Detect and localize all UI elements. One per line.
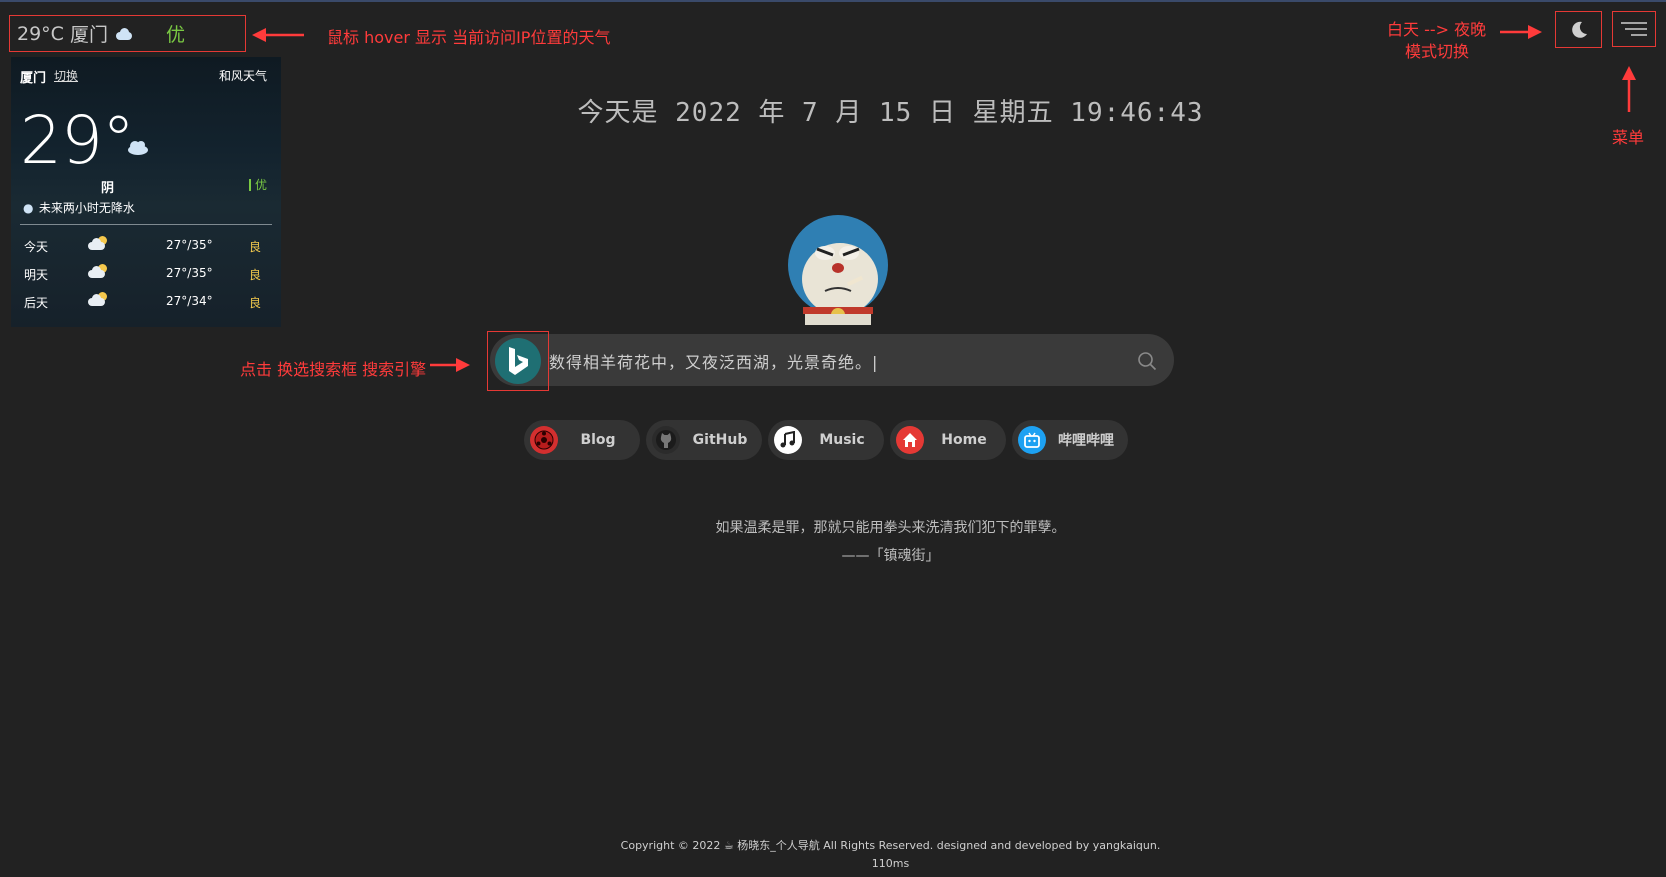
weather-chip[interactable]: 29°C 厦门 优 [9, 15, 246, 52]
bilibili-icon [1018, 426, 1046, 454]
weather-city: 厦门 [20, 71, 47, 86]
forecast-quality: 良 [248, 268, 261, 282]
forecast-day: 明天 [24, 268, 49, 282]
rain-note: ● 未来两小时无降水 [23, 199, 135, 216]
weather-chip-city: 厦门 [69, 24, 108, 46]
search-engine-switch-button[interactable] [487, 331, 549, 391]
home-icon [896, 426, 924, 454]
forecast-quality: 良 [248, 240, 261, 254]
link-label: Blog [580, 432, 616, 448]
bing-icon [495, 338, 541, 384]
forecast-row: 今天 27°/35° 良 [24, 236, 274, 258]
weather-chip-aqi: 优 [165, 24, 185, 46]
link-blog[interactable]: Blog [524, 420, 640, 460]
arrow-right-icon [1500, 25, 1542, 39]
forecast-row: 明天 27°/35° 良 [24, 264, 274, 286]
menu-button[interactable] [1612, 11, 1656, 47]
weather-condition: 阴 [101, 181, 115, 196]
annotation-engine: 点击 换选搜索框 搜索引擎 [240, 360, 427, 379]
partly-cloudy-icon [87, 264, 109, 280]
quote-source: ——「镇魂街」 [841, 548, 940, 564]
forecast-row: 后天 27°/34° 良 [24, 292, 274, 314]
footer-copyright: Copyright © 2022 ☕ 杨晓东_个人导航 All Rights R… [620, 839, 1161, 852]
link-bilibili[interactable]: 哔哩哔哩 [1012, 420, 1128, 460]
link-label: GitHub [692, 432, 748, 448]
link-github[interactable]: GitHub [646, 420, 762, 460]
forecast-range: 27°/34° [166, 294, 213, 308]
weather-chip-temp: 29°C [17, 22, 64, 45]
partly-cloudy-icon [87, 236, 109, 252]
link-label: 哔哩哔哩 [1058, 433, 1114, 449]
forecast-quality: 良 [248, 296, 261, 310]
link-label: Home [941, 432, 987, 448]
footer-timing: 110ms [871, 857, 910, 870]
forecast-day: 后天 [24, 296, 49, 310]
rain-note-text: 未来两小时无降水 [38, 201, 135, 215]
link-label: Music [819, 432, 865, 448]
divider [20, 224, 272, 225]
search-input[interactable]: 数得相羊荷花中，又夜泛西湖，光景奇绝。| [549, 349, 878, 373]
partly-cloudy-icon [87, 292, 109, 308]
menu-icon [1621, 22, 1647, 36]
top-border [0, 0, 1666, 2]
link-music[interactable]: Music [768, 420, 884, 460]
link-home[interactable]: Home [890, 420, 1006, 460]
date-time: 今天是 2022 年 7 月 15 日 星期五 19:46:43 [577, 98, 1204, 128]
search-icon[interactable] [1137, 351, 1157, 371]
annotation-mode-line2: 模式切换 [1405, 42, 1470, 61]
music-note-icon [774, 426, 802, 454]
annotation-hover: 鼠标 hover 显示 当前访问IP位置的天气 [327, 28, 611, 47]
weather-provider[interactable]: 和风天气 [219, 67, 267, 84]
moon-icon [1571, 21, 1587, 38]
naruto-sharingan-icon [530, 426, 558, 454]
arrow-right-icon [430, 358, 470, 372]
cloud-icon [114, 27, 134, 40]
forecast-range: 27°/35° [166, 266, 213, 280]
doraemon-avatar[interactable] [785, 213, 891, 325]
dark-mode-toggle-button[interactable] [1555, 11, 1602, 48]
forecast-range: 27°/35° [166, 238, 213, 252]
weather-switch-link[interactable]: 切换 [54, 67, 78, 84]
github-icon [652, 426, 680, 454]
weather-aqi: 优 [248, 179, 267, 191]
raindrop-icon: ● [23, 201, 34, 215]
quote-text: 如果温柔是罪，那就只能用拳头来洗清我们犯下的罪孽。 [715, 520, 1066, 536]
forecast-day: 今天 [24, 240, 49, 254]
arrow-left-icon [252, 28, 304, 42]
annotation-mode-line1: 白天 --> 夜晚 [1387, 20, 1487, 39]
cloud-icon [125, 139, 149, 158]
